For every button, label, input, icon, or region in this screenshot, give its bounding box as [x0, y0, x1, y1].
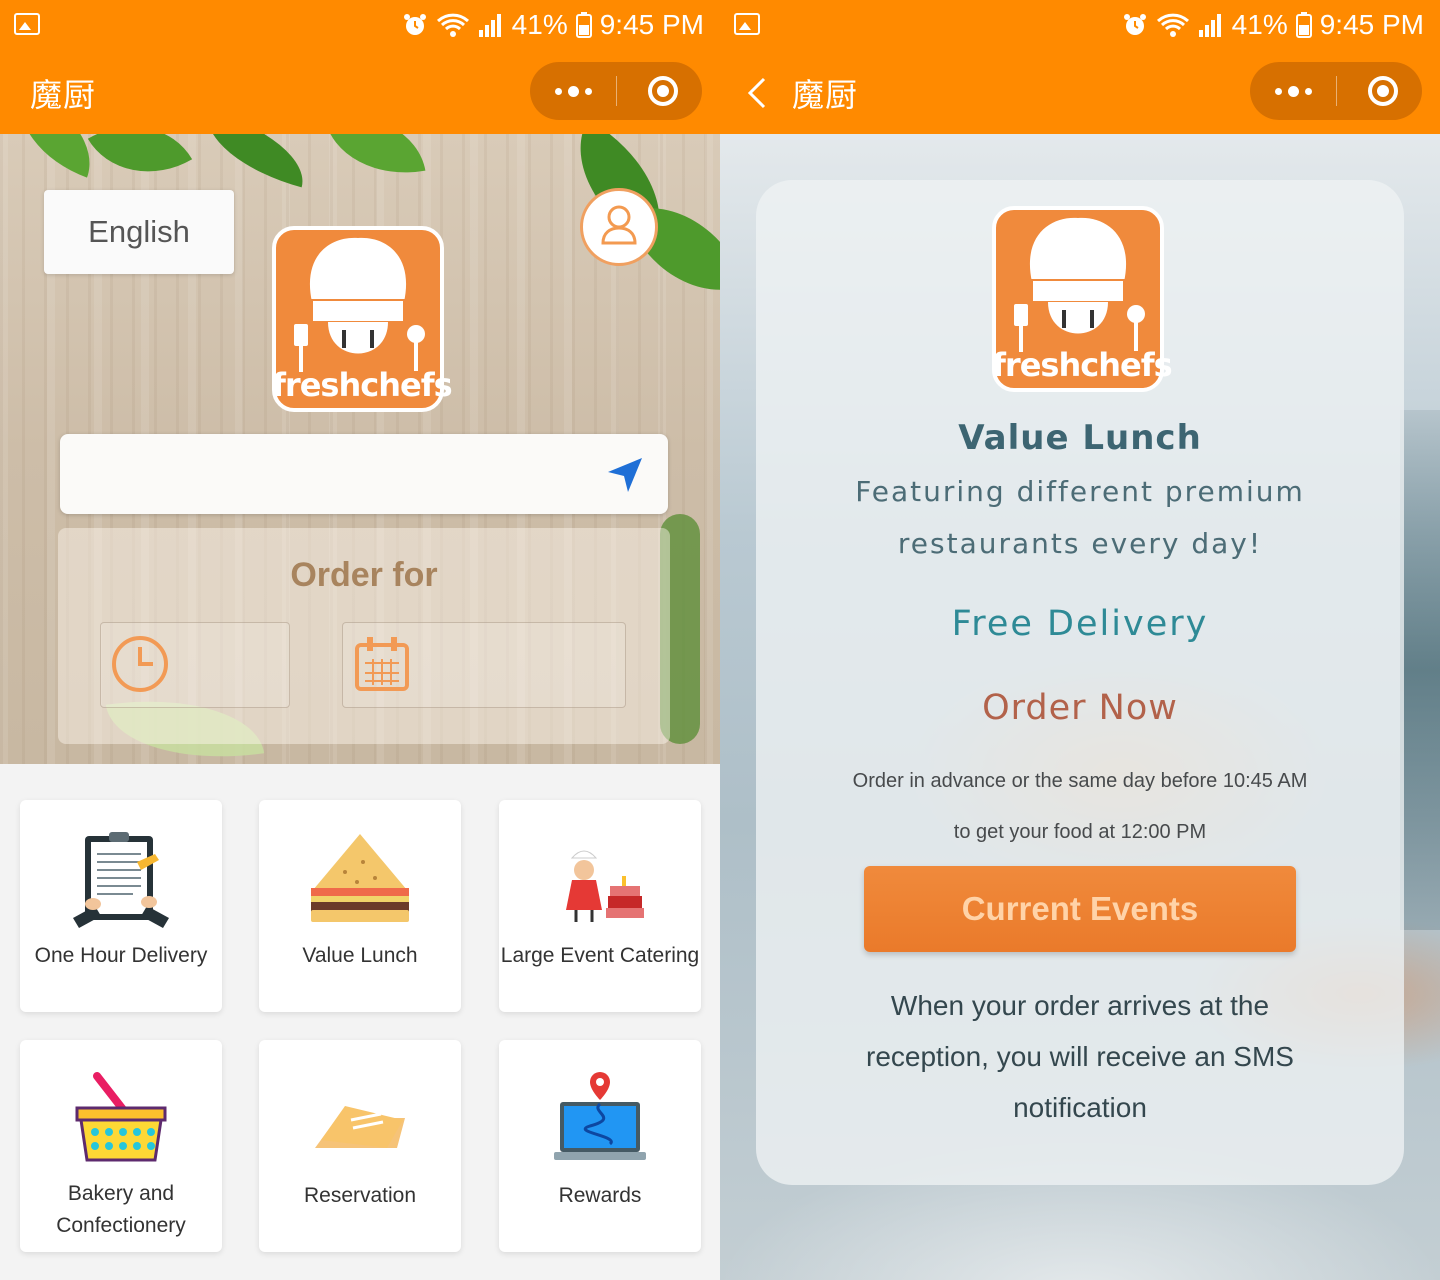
language-button[interactable]: English	[44, 190, 234, 274]
tile-large-event-catering[interactable]: Large Event Catering	[499, 800, 701, 1012]
order-deadline-text: Order in advance or the same day before …	[852, 770, 1308, 843]
nav-title: 魔厨	[30, 76, 97, 114]
basket-icon	[75, 1072, 167, 1162]
nav-title: 魔厨	[792, 76, 859, 114]
capsule-divider	[616, 76, 617, 106]
alarm-icon	[403, 14, 426, 35]
wifi-icon	[436, 13, 469, 37]
tile-label: Value Lunch	[302, 944, 418, 967]
promo-subtitle: Featuring different premium restaurants …	[855, 475, 1305, 560]
user-icon	[601, 205, 637, 245]
hero-banner: English freshchefs Order for	[0, 134, 720, 764]
nav-bar: 魔厨	[0, 50, 720, 134]
nav-bar: 魔厨	[720, 50, 1440, 134]
order-for-panel: Order for	[58, 528, 670, 744]
clipboard-icon	[73, 832, 169, 928]
mini-program-capsule	[530, 62, 702, 120]
user-profile-button[interactable]	[580, 188, 658, 266]
parsley-leaf	[324, 134, 426, 187]
close-circle-icon[interactable]	[1368, 76, 1398, 106]
value-lunch-screen: 41% 9:45 PM 魔厨 freshchefs Value Lunch Fe…	[720, 0, 1440, 1280]
parsley-leaf	[195, 134, 315, 188]
tile-bakery-confectionery[interactable]: Bakery and Confectionery	[20, 1040, 222, 1252]
more-icon[interactable]	[1250, 62, 1336, 120]
battery-icon	[1295, 12, 1312, 38]
close-circle-icon[interactable]	[648, 76, 678, 106]
tile-value-lunch[interactable]: Value Lunch	[259, 800, 461, 1012]
picture-icon	[734, 13, 760, 35]
tile-label: Reservation	[303, 1184, 417, 1207]
ticket-icon	[315, 1106, 405, 1148]
wifi-icon	[1156, 13, 1189, 37]
tile-label: Large Event Catering	[500, 944, 700, 967]
alarm-icon	[1123, 14, 1146, 35]
promo-title: Value Lunch	[958, 418, 1202, 458]
signal-icon	[1198, 14, 1221, 37]
home-screen: 41% 9:45 PM 魔厨 English freshchefs Order …	[0, 0, 720, 1280]
capsule-divider	[1336, 76, 1337, 106]
tile-one-hour-delivery[interactable]: One Hour Delivery	[20, 800, 222, 1012]
date-selector[interactable]	[342, 622, 626, 708]
tile-label: Rewards	[558, 1184, 642, 1207]
tile-label: One Hour Delivery	[34, 944, 208, 967]
clock: 9:45 PM	[599, 9, 704, 40]
tile-rewards[interactable]: Rewards	[499, 1040, 701, 1252]
clock-icon	[112, 636, 168, 692]
picture-icon	[14, 13, 40, 35]
freshchefs-logo: freshchefs	[992, 206, 1173, 392]
order-for-title: Order for	[290, 556, 438, 594]
logo-text: freshchefs	[272, 366, 453, 404]
address-input[interactable]	[60, 434, 668, 514]
status-bar: 41% 9:45 PM	[720, 0, 1440, 50]
time-selector[interactable]	[100, 622, 290, 708]
freshchefs-logo: freshchefs	[272, 226, 453, 412]
status-bar: 41% 9:45 PM	[0, 0, 720, 50]
free-delivery-text: Free Delivery	[951, 604, 1209, 644]
signal-icon	[478, 14, 501, 37]
battery-percent: 41%	[511, 9, 568, 40]
battery-percent: 41%	[1231, 9, 1288, 40]
chef-cake-icon	[566, 850, 644, 922]
battery-icon	[575, 12, 592, 38]
logo-text: freshchefs	[992, 346, 1173, 384]
clock: 9:45 PM	[1319, 9, 1424, 40]
laptop-map-icon	[554, 1072, 646, 1160]
location-arrow-icon[interactable]	[606, 456, 646, 494]
current-events-button[interactable]: Current Events	[864, 866, 1296, 952]
order-now-link[interactable]: Order Now	[720, 688, 1440, 728]
calendar-icon	[355, 637, 409, 691]
back-chevron-icon[interactable]	[744, 76, 774, 110]
tile-label: Bakery and Confectionery	[56, 1182, 186, 1237]
sandwich-icon	[311, 834, 409, 922]
mini-program-capsule	[1250, 62, 1422, 120]
sms-notice-text: When your order arrives at the reception…	[866, 990, 1294, 1123]
tile-reservation[interactable]: Reservation	[259, 1040, 461, 1252]
more-icon[interactable]	[530, 62, 616, 120]
